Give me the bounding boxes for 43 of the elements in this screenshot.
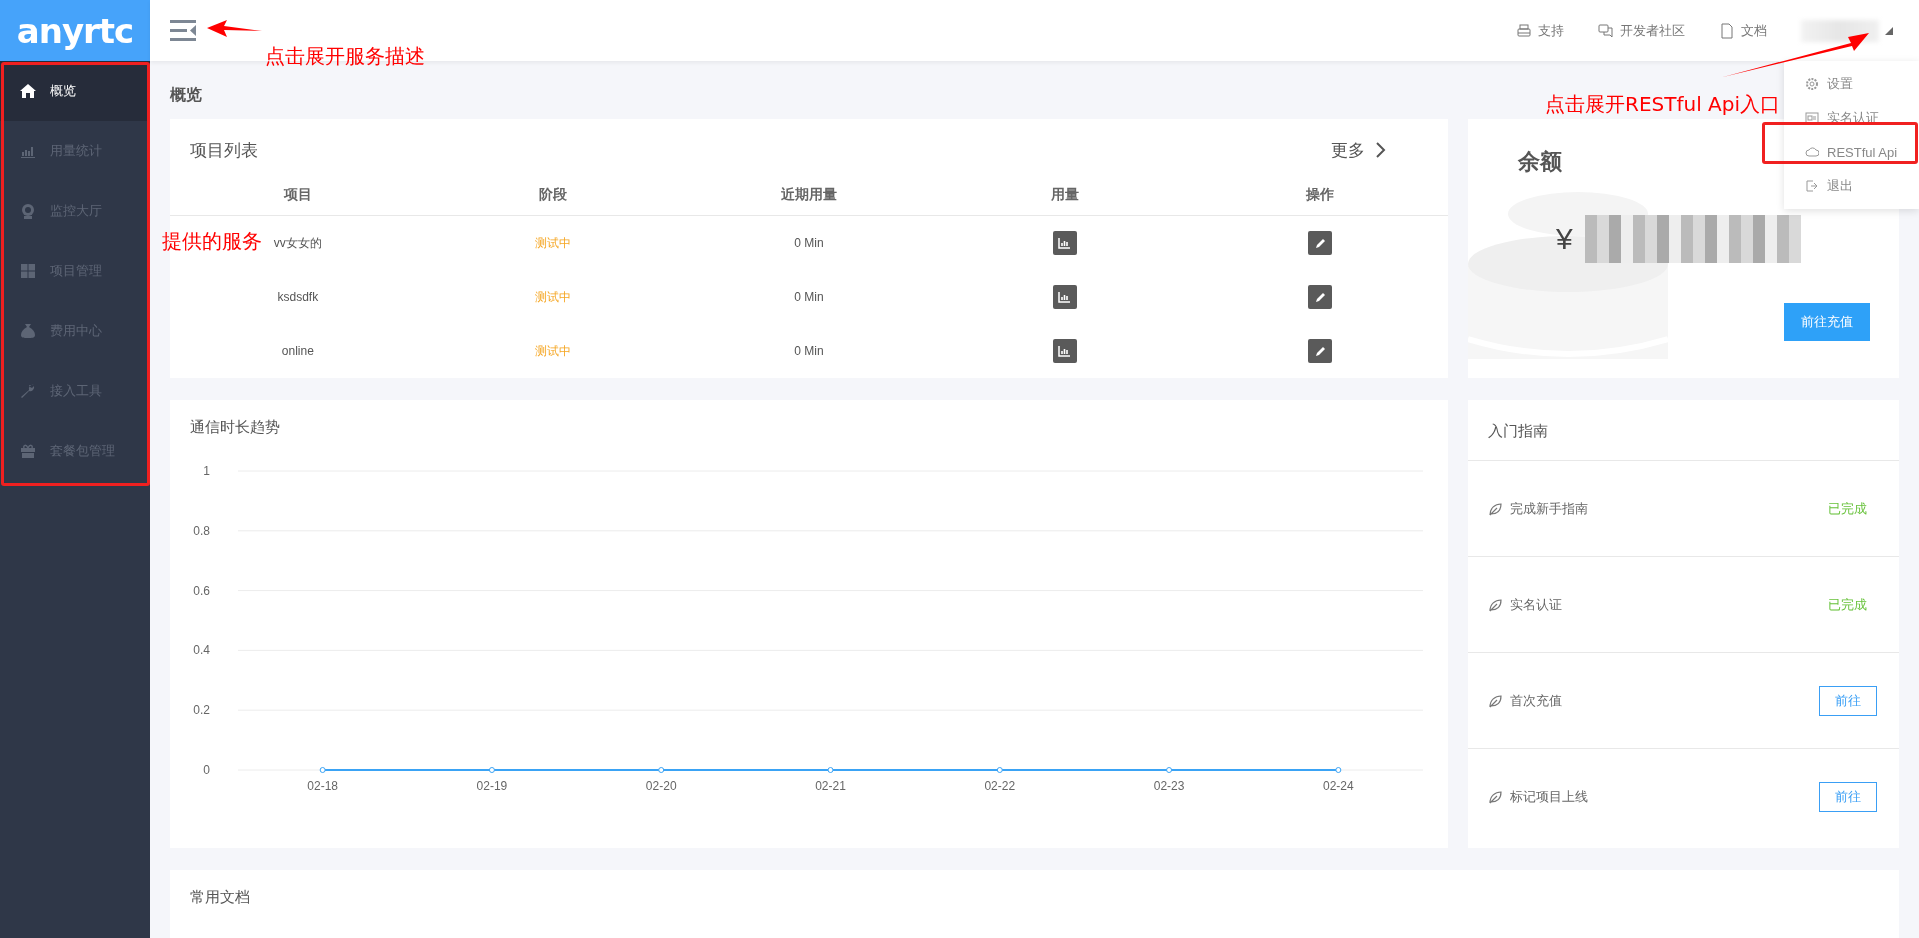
x-axis-label: 02-24 — [1323, 779, 1354, 793]
guide-step: 首次充值 — [1510, 691, 1562, 710]
column-header: 近期用量 — [681, 175, 937, 216]
page-title: 概览 — [170, 85, 202, 105]
column-header: 项目 — [170, 175, 426, 216]
x-axis-label: 02-23 — [1153, 779, 1185, 793]
y-axis-label: 1 — [203, 464, 210, 478]
x-axis-label: 02-21 — [815, 779, 846, 793]
y-axis-label: 0.8 — [193, 523, 210, 538]
y-axis-label: 0.2 — [193, 703, 210, 718]
guide-step: 标记项目上线 — [1510, 787, 1588, 806]
annotation-text: 提供的服务 — [162, 228, 262, 255]
y-axis-label: 0 — [203, 763, 210, 777]
x-axis-label: 02-18 — [307, 779, 338, 793]
card-title: 通信时长趋势 — [189, 418, 281, 437]
recent-usage: 0 Min — [794, 344, 824, 358]
column-header: 操作 — [1192, 175, 1448, 216]
guide-step: 完成新手指南 — [1510, 499, 1588, 518]
x-axis-label: 02-19 — [476, 779, 508, 793]
project-stage: 测试中 — [535, 343, 572, 358]
recent-usage: 0 Min — [794, 290, 824, 304]
annotation-text: 点击展开RESTful Api入口 — [1545, 91, 1780, 118]
column-header: 用量 — [936, 175, 1193, 216]
completed-status: 已完成 — [1828, 595, 1867, 614]
y-axis-label: 0.4 — [193, 643, 210, 658]
card-title: 项目列表 — [190, 139, 258, 162]
recent-usage: 0 Min — [794, 236, 824, 250]
annotation-text: 点击展开服务描述 — [265, 43, 425, 70]
project-stage: 测试中 — [535, 235, 572, 250]
x-axis-label: 02-22 — [984, 779, 1016, 793]
guide-step: 实名认证 — [1510, 595, 1562, 614]
y-axis-label: 0.6 — [193, 583, 210, 598]
project-name: vv女女的 — [273, 235, 322, 250]
card-title: 常用文档 — [190, 888, 251, 907]
project-stage: 测试中 — [535, 289, 572, 304]
x-axis-label: 02-20 — [645, 779, 677, 793]
column-header: 阶段 — [425, 175, 682, 216]
completed-status: 已完成 — [1828, 499, 1867, 518]
project-name: ksdsdfk — [277, 290, 319, 304]
currency-symbol: ¥ — [1556, 222, 1573, 256]
project-name: online — [281, 344, 314, 358]
card-title: 入门指南 — [1487, 421, 1549, 441]
balance-title: 余额 — [1518, 148, 1562, 176]
